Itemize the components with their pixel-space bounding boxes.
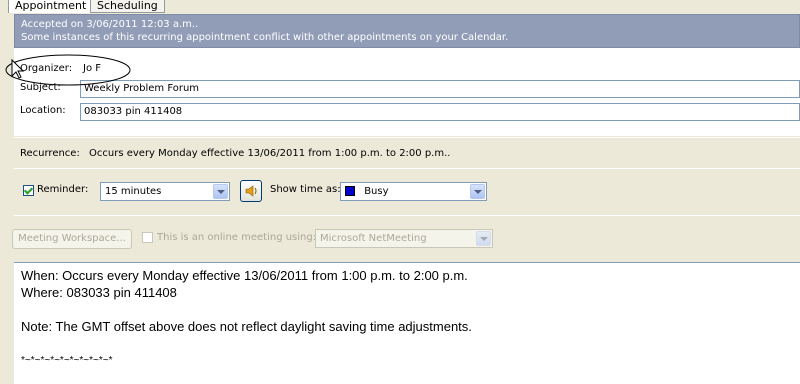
busy-swatch (345, 186, 355, 196)
online-meeting-checkbox[interactable] (142, 232, 153, 243)
divider (14, 137, 800, 138)
notes-separator: *~*~*~*~*~*~*~*~*~* (21, 355, 113, 366)
reminder-sound-button[interactable] (240, 180, 262, 202)
show-time-label: Show time as: (270, 184, 341, 195)
chevron-down-icon[interactable] (470, 184, 485, 199)
organizer-value: Jo F (80, 61, 800, 79)
chevron-down-icon[interactable] (213, 184, 228, 199)
recurrence-value: Occurs every Monday effective 13/06/2011… (89, 148, 451, 159)
tab-scheduling[interactable]: Scheduling (90, 0, 165, 13)
online-meeting-label: This is an online meeting using: (157, 232, 317, 243)
online-meeting-value: Microsoft NetMeeting (320, 233, 427, 244)
info-line-accepted: Accepted on 3/06/2011 12:03 a.m.. (21, 19, 199, 30)
meeting-row: Meeting Workspace... This is an online m… (12, 228, 800, 250)
chevron-down-icon[interactable] (476, 231, 491, 246)
info-line-conflict: Some instances of this recurring appoint… (21, 32, 509, 43)
reminder-select-value: 15 minutes (105, 186, 162, 197)
divider (14, 168, 800, 169)
show-time-select[interactable]: Busy (340, 182, 487, 201)
show-time-value: Busy (364, 186, 389, 197)
recurrence-label: Recurrence: (20, 148, 80, 159)
meeting-workspace-button[interactable]: Meeting Workspace... (12, 229, 132, 249)
reminder-checkbox[interactable] (23, 185, 34, 196)
info-bar: Accepted on 3/06/2011 12:03 a.m.. Some i… (14, 14, 800, 48)
location-field[interactable]: 083033 pin 411408 (80, 103, 800, 121)
reminder-label: Reminder: (37, 184, 89, 195)
notes-body[interactable]: When: Occurs every Monday effective 13/0… (14, 262, 800, 384)
notes-when: When: Occurs every Monday effective 13/0… (21, 268, 468, 283)
notes-gmt-note: Note: The GMT offset above does not refl… (21, 319, 472, 334)
location-label: Location: (20, 105, 66, 116)
reminder-row: Reminder: 15 minutes Show time as: Busy (20, 180, 800, 202)
recurrence-row: Recurrence: Occurs every Monday effectiv… (20, 148, 450, 160)
speaker-icon (245, 185, 257, 197)
notes-where: Where: 083033 pin 411408 (21, 285, 177, 300)
tab-appointment[interactable]: Appointment (8, 0, 94, 13)
reminder-select[interactable]: 15 minutes (100, 182, 230, 201)
online-meeting-select[interactable]: Microsoft NetMeeting (315, 229, 493, 248)
annotation-ellipse (5, 54, 131, 86)
tab-strip: Appointment Scheduling (0, 0, 800, 13)
subject-field[interactable]: Weekly Problem Forum (80, 80, 800, 98)
divider (14, 215, 800, 216)
